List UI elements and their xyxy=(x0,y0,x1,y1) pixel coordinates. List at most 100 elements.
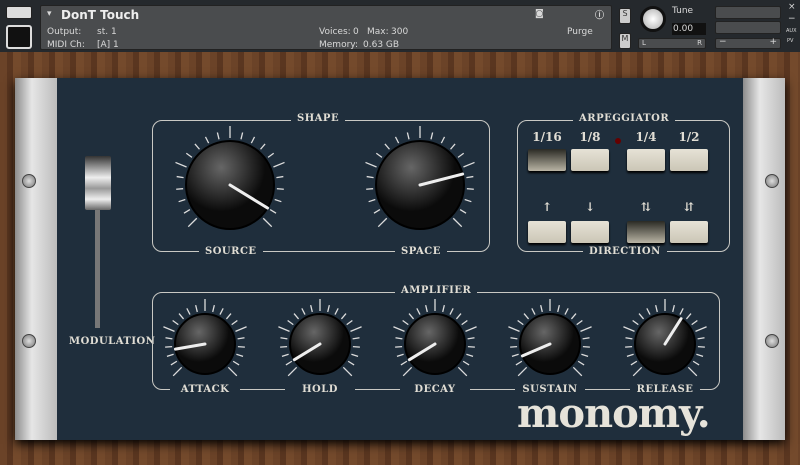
knob-tick xyxy=(580,326,592,332)
knob-tick xyxy=(267,152,275,158)
wrench-icon[interactable] xyxy=(6,6,32,19)
rate-button[interactable] xyxy=(571,149,609,171)
rate-button[interactable] xyxy=(627,149,665,171)
memory-value: 0.63 GB xyxy=(363,40,400,50)
knob-tick xyxy=(564,308,569,315)
direction-button[interactable] xyxy=(670,221,708,243)
knob-tick xyxy=(301,308,306,315)
pv-button[interactable]: PV xyxy=(787,38,793,44)
release-knob[interactable] xyxy=(619,298,711,390)
knob-tick xyxy=(691,319,698,326)
knob-tick xyxy=(366,188,374,190)
sustain-knob[interactable] xyxy=(504,298,596,390)
info-icon[interactable]: ⓘ xyxy=(595,8,604,21)
aux-button[interactable]: AUX xyxy=(786,28,797,34)
hold-knob[interactable] xyxy=(274,298,366,390)
knob-tick xyxy=(225,313,232,320)
knob-tick xyxy=(373,209,381,214)
direction-button[interactable] xyxy=(571,221,609,243)
decay-label: DECAY xyxy=(400,384,470,395)
space-knob[interactable] xyxy=(360,125,480,245)
rates-label: 1/4 xyxy=(635,130,657,144)
knob-tick xyxy=(287,366,298,377)
knob-tick xyxy=(342,366,353,377)
knob-tick xyxy=(395,345,403,348)
knob-tick xyxy=(581,353,589,357)
mute-button[interactable]: M xyxy=(619,33,631,49)
knob-tick xyxy=(687,366,698,377)
decay-knob[interactable] xyxy=(389,298,481,390)
camera-icon[interactable]: ◙ xyxy=(535,9,544,19)
knob-tick xyxy=(216,132,220,140)
minimize-button[interactable]: − xyxy=(788,14,796,24)
tune-knob[interactable] xyxy=(640,6,666,32)
knob-tick xyxy=(280,337,288,340)
knob-tick xyxy=(395,337,403,340)
direction-button[interactable] xyxy=(627,221,665,243)
volume-slider[interactable]: − + xyxy=(715,37,781,49)
knob-tick xyxy=(517,319,524,326)
knob-tick xyxy=(231,319,238,326)
midi-select[interactable]: [A] 1 xyxy=(97,40,119,50)
knob-tick xyxy=(531,308,536,315)
knob-tick xyxy=(346,319,353,326)
modulation-slider-handle[interactable] xyxy=(85,156,111,210)
knob-tick xyxy=(175,161,187,168)
knob-tick xyxy=(408,313,415,320)
knob-tick xyxy=(695,326,707,332)
knob-tick xyxy=(696,353,704,357)
knob-tick xyxy=(466,353,474,357)
attack-knob[interactable] xyxy=(159,298,251,390)
knob-tick xyxy=(425,304,428,313)
knob-tick xyxy=(281,353,289,357)
knob-tick xyxy=(219,308,224,315)
knob-tick xyxy=(517,366,528,377)
knob-tick xyxy=(212,304,215,313)
output-select[interactable]: st. 1 xyxy=(97,27,117,37)
purge-button[interactable]: Purge xyxy=(567,27,593,37)
knob-tick xyxy=(351,353,359,357)
knob-tick xyxy=(416,308,421,315)
knob-tick xyxy=(570,313,577,320)
knob-tick xyxy=(163,326,175,332)
knob-tick xyxy=(582,337,590,340)
solo-button[interactable]: S xyxy=(619,8,631,24)
knob-tick xyxy=(540,304,543,313)
pan-slider[interactable]: LR xyxy=(638,38,706,49)
direction-button[interactable] xyxy=(528,221,566,243)
directions-label: ⇅ xyxy=(640,200,652,214)
knob-tick xyxy=(457,366,468,377)
release-label: RELEASE xyxy=(630,384,700,395)
tune-value[interactable]: 0.00 xyxy=(672,23,706,35)
knob-tick xyxy=(406,132,410,140)
knob-tick xyxy=(172,319,179,326)
knob-tick xyxy=(195,304,198,313)
knob-tick xyxy=(402,319,409,326)
rate-button[interactable] xyxy=(528,149,566,171)
knob-tick xyxy=(462,360,470,366)
knob-tick xyxy=(679,308,684,315)
knob-tick xyxy=(235,326,247,332)
rate-button[interactable] xyxy=(670,149,708,171)
knob-tick xyxy=(402,366,413,377)
knob-tick xyxy=(626,353,634,357)
knob-tick xyxy=(508,326,520,332)
knob-tick xyxy=(632,366,643,377)
source-knob[interactable] xyxy=(170,125,290,245)
instrument-name[interactable]: DonT Touch xyxy=(61,8,139,22)
arp-led xyxy=(615,138,621,144)
knob-tick xyxy=(178,198,186,203)
knob-tick xyxy=(269,209,277,214)
instrument-icon[interactable] xyxy=(6,25,32,49)
knob-tick xyxy=(287,319,294,326)
knob-tick xyxy=(465,326,477,332)
knob-tick xyxy=(368,198,376,203)
knob-tick xyxy=(185,152,193,158)
memory-label: Memory: xyxy=(319,40,358,50)
knob-tick xyxy=(442,304,445,313)
knob-tick xyxy=(464,198,472,203)
close-button[interactable]: × xyxy=(788,2,796,12)
output-label: Output: xyxy=(47,27,82,37)
tune-label: Tune xyxy=(672,6,694,16)
knob-tick xyxy=(461,319,468,326)
